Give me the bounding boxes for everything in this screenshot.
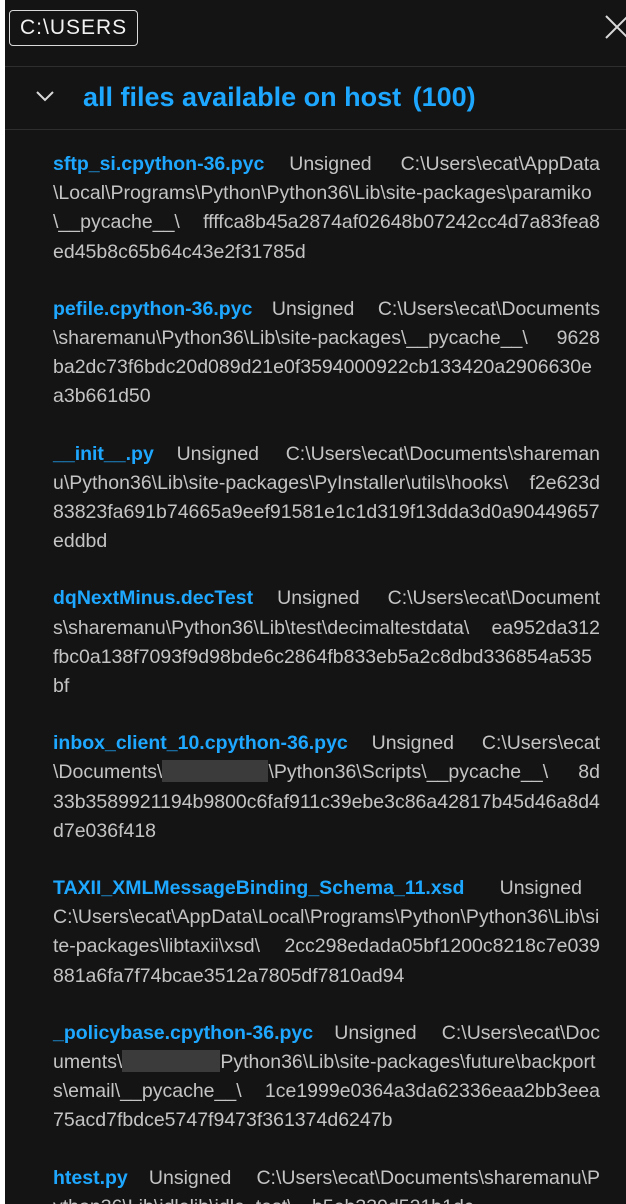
file-hash: b5eb339d521b1dc: [312, 1196, 474, 1204]
signature-status: Unsigned: [499, 877, 582, 900]
redaction-bar: [162, 760, 269, 783]
list-item: htest.py Unsigned C:\Users\ecat\Document…: [53, 1164, 600, 1204]
file-name[interactable]: inbox_client_10.cpython-36.pyc: [53, 732, 348, 754]
close-icon: [605, 15, 626, 39]
section-title-text: all files available on host: [83, 82, 402, 112]
file-name[interactable]: pefile.cpython-36.pyc: [53, 298, 252, 320]
section-count: (100): [412, 82, 476, 112]
signature-status: Unsigned: [371, 732, 455, 755]
section-title: all files available on host (100): [83, 82, 476, 113]
signature-status: Unsigned: [289, 153, 372, 175]
panel-header: C:\USERS: [5, 0, 626, 67]
signature-status: Unsigned: [271, 297, 355, 320]
path-chip[interactable]: C:\USERS: [9, 10, 139, 46]
signature-status: Unsigned: [176, 442, 259, 465]
file-name[interactable]: dqNextMinus.decTest: [53, 587, 253, 609]
signature-status: Unsigned: [277, 587, 360, 610]
list-item: TAXII_XMLMessageBinding_Schema_11.xsd Un…: [53, 874, 600, 991]
file-list: sftp_si.cpython-36.pyc Unsigned C:\Users…: [5, 130, 626, 1204]
file-list-panel: C:\USERS all files available on host (10…: [5, 0, 626, 1204]
signature-status: Unsigned: [148, 1166, 232, 1189]
file-path-end: \Python36\Scripts\__pycache__\: [268, 761, 549, 784]
section-toggle[interactable]: all files available on host (100): [5, 67, 626, 130]
list-item: inbox_client_10.cpython-36.pyc Unsigned …: [53, 729, 600, 846]
file-name[interactable]: _policybase.cpython-36.pyc: [53, 1022, 313, 1044]
list-item: sftp_si.cpython-36.pyc Unsigned C:\Users…: [53, 150, 600, 267]
redaction-bar: [122, 1050, 221, 1073]
list-item: _policybase.cpython-36.pyc Unsigned C:\U…: [53, 1019, 600, 1136]
list-item: dqNextMinus.decTest Unsigned C:\Users\ec…: [53, 584, 600, 701]
signature-status: Unsigned: [334, 1021, 417, 1044]
list-item: pefile.cpython-36.pyc Unsigned C:\Users\…: [53, 295, 600, 412]
file-name[interactable]: __init__.py: [53, 443, 154, 465]
file-name[interactable]: sftp_si.cpython-36.pyc: [53, 153, 264, 175]
chevron-down-icon: [36, 91, 54, 102]
close-button[interactable]: [602, 12, 626, 42]
list-item: __init__.py Unsigned C:\Users\ecat\Docum…: [53, 440, 600, 557]
file-name[interactable]: htest.py: [53, 1167, 128, 1189]
file-name[interactable]: TAXII_XMLMessageBinding_Schema_11.xsd: [53, 877, 464, 899]
